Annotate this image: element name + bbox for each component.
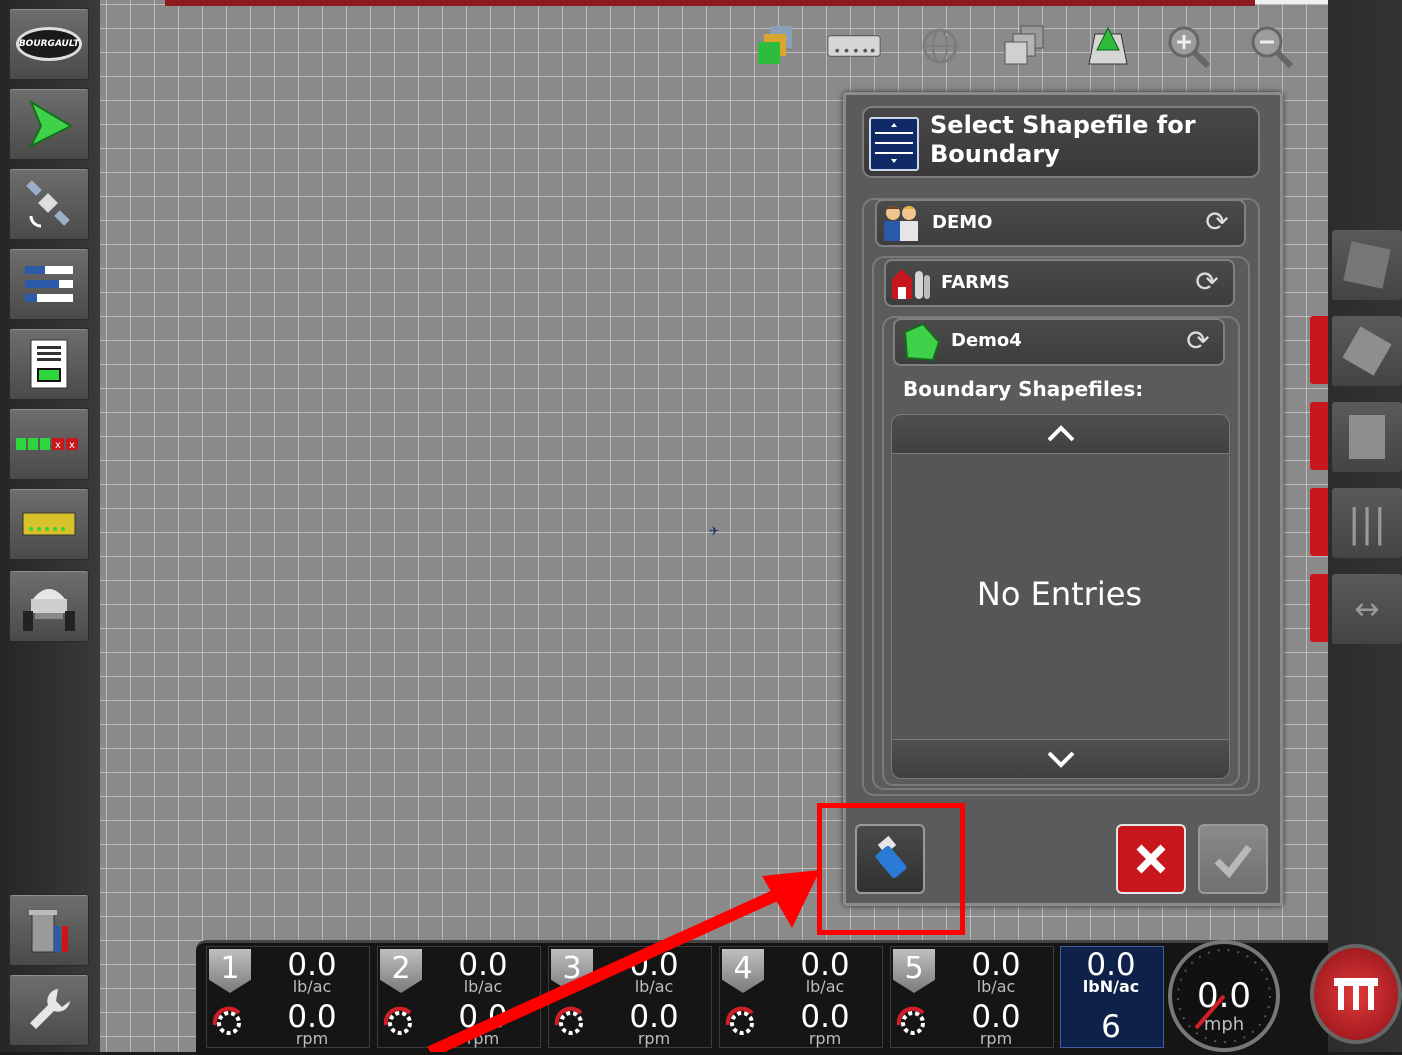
right-panel-button-2[interactable] [1332, 316, 1402, 386]
scroll-list-icon [869, 117, 919, 171]
zoom-in-icon [1168, 26, 1211, 69]
nitrogen-unit: lbN/ac [1082, 977, 1140, 996]
right-tab-2[interactable] [1310, 402, 1328, 470]
gear-icon [212, 1006, 241, 1035]
cancel-button[interactable] [1116, 824, 1186, 894]
nitrogen-count: 6 [1101, 1009, 1121, 1045]
section-rpm-unit: rpm [295, 1029, 329, 1048]
scroll-up-button[interactable] [891, 414, 1230, 454]
speed-gauge: 0.0 mph [1168, 940, 1280, 1052]
section-5-panel[interactable]: 5 0.0 lb/ac 0.0 rpm [890, 946, 1054, 1048]
report-icon [30, 339, 68, 389]
check-icon [1214, 844, 1252, 879]
vehicle-marker-icon: ✈ [709, 524, 720, 538]
status-button[interactable] [9, 248, 89, 320]
shift-arrows-icon: ↔ [1354, 591, 1380, 627]
top-status-strip [165, 0, 1255, 6]
bourgault-logo-icon: BOURGAULT [16, 27, 82, 61]
nitrogen-rate-box[interactable]: 0.0 lbN/ac 6 [1060, 946, 1164, 1048]
overlay-icon [1004, 25, 1044, 65]
field-name: Demo4 [951, 330, 1022, 351]
right-tab-4[interactable] [1310, 574, 1328, 642]
field-view-button[interactable] [1080, 20, 1136, 72]
satellite-icon [26, 180, 70, 228]
settings-button[interactable] [9, 974, 89, 1046]
layers-icon [758, 26, 792, 64]
map-tile-icon [1343, 241, 1391, 289]
empty-list-message: No Entries [976, 575, 1143, 613]
headland-icon [1349, 415, 1385, 459]
client-name: DEMO [932, 212, 993, 233]
boundary-list-label: Boundary Shapefiles: [903, 377, 1144, 401]
speed-unit: mph [1203, 1014, 1245, 1035]
chevron-up-icon [1047, 425, 1074, 442]
farm-name: FARMS [941, 272, 1010, 293]
layers-button[interactable] [749, 20, 805, 72]
svg-text:x: x [69, 440, 75, 451]
section-controller-button[interactable] [9, 488, 89, 560]
section-rate-unit: lb/ac [976, 977, 1016, 996]
client-people-icon [884, 206, 918, 241]
section-1-panel[interactable]: 1 0.0 lb/ac 0.0 rpm [206, 946, 370, 1048]
right-panel-button-4[interactable]: ||| [1332, 488, 1402, 558]
confirm-button[interactable] [1198, 824, 1268, 894]
annotation-arrow [427, 870, 820, 1052]
section-rate-unit: lb/ac [292, 977, 332, 996]
zoom-out-button[interactable] [1243, 20, 1299, 72]
right-panel-button-3[interactable] [1332, 402, 1402, 472]
guidance-arrow-icon [28, 99, 74, 149]
right-panel-button-1[interactable] [1332, 230, 1402, 300]
section-rpm-unit: rpm [979, 1029, 1013, 1048]
section-status-icon: xx [16, 438, 78, 451]
client-row[interactable]: DEMO ⟳ [875, 199, 1246, 247]
field-shape-icon [1342, 326, 1392, 376]
right-panel-button-5[interactable]: ↔ [1332, 574, 1402, 644]
right-tab-3[interactable] [1310, 488, 1328, 556]
field-row[interactable]: Demo4 ⟳ [893, 318, 1225, 366]
trash-icon [29, 910, 68, 953]
report-button[interactable] [9, 328, 89, 400]
implement-button[interactable] [9, 570, 89, 642]
refresh-icon[interactable]: ⟳ [1192, 267, 1222, 297]
right-tab-1[interactable] [1310, 316, 1328, 384]
overlay-button[interactable] [996, 20, 1052, 72]
gps-button[interactable] [9, 168, 89, 240]
globe-button[interactable] [912, 20, 968, 72]
bourgault-logo-button[interactable]: BOURGAULT [9, 8, 89, 80]
refresh-icon[interactable]: ⟳ [1183, 326, 1213, 356]
brand-logo-text: BOURGAULT [18, 39, 80, 49]
zoom-out-icon [1251, 26, 1294, 69]
boom-icon [827, 35, 881, 57]
guidance-button[interactable] [9, 88, 89, 160]
section-number: 5 [893, 949, 935, 993]
delete-button[interactable] [9, 894, 89, 966]
status-bars-icon [25, 266, 73, 302]
globe-icon [922, 28, 958, 64]
dialog-title: Select Shapefile for Boundary [930, 111, 1196, 168]
section-status-button[interactable]: xx [9, 408, 89, 480]
farm-barn-icon [892, 269, 930, 299]
boom-button[interactable] [826, 20, 882, 72]
section-controller-icon [22, 512, 76, 536]
wrench-icon [30, 989, 70, 1029]
field-view-icon [1088, 26, 1128, 65]
gear-icon [896, 1006, 925, 1035]
speed-value: 0.0 [1196, 976, 1252, 1016]
implement-icon [23, 589, 75, 631]
refresh-icon[interactable]: ⟳ [1202, 207, 1232, 237]
close-icon [1136, 844, 1166, 874]
bourgault-run-button[interactable] [1310, 944, 1402, 1044]
implement-logo-icon [1334, 978, 1378, 1010]
scroll-down-button[interactable] [891, 739, 1230, 779]
farm-row[interactable]: FARMS ⟳ [884, 259, 1235, 307]
field-shape-icon [903, 322, 941, 362]
guidance-lines-icon: ||| [1347, 501, 1387, 545]
section-number: 1 [209, 949, 251, 993]
chevron-down-icon [1047, 751, 1074, 768]
svg-text:x: x [55, 440, 61, 451]
zoom-in-button[interactable] [1160, 20, 1216, 72]
